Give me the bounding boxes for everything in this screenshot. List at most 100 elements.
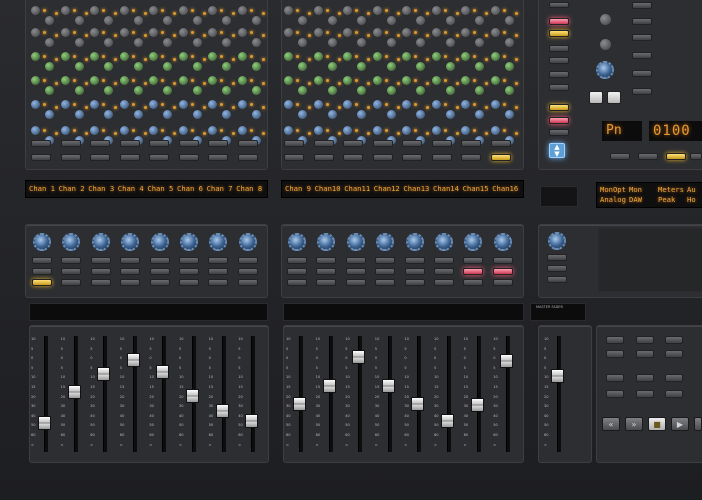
channel-button[interactable]: [343, 140, 363, 147]
eq-knob[interactable]: [284, 6, 293, 15]
channel-button[interactable]: [149, 140, 169, 147]
eq-knob[interactable]: [178, 6, 188, 15]
control-button-lit-yellow[interactable]: [666, 153, 686, 160]
eq-knob[interactable]: [60, 76, 70, 85]
eq-knob[interactable]: [251, 16, 261, 25]
eq-knob[interactable]: [313, 28, 323, 37]
channel-button[interactable]: [287, 268, 307, 275]
eq-knob[interactable]: [504, 86, 514, 95]
eq-knob[interactable]: [504, 16, 514, 25]
eq-knob[interactable]: [475, 86, 484, 95]
pan-knob[interactable]: [493, 233, 512, 251]
record-button[interactable]: [694, 417, 702, 431]
eq-knob[interactable]: [416, 86, 425, 95]
pan-knob[interactable]: [405, 233, 424, 251]
channel-button[interactable]: [237, 154, 258, 161]
control-button[interactable]: [547, 276, 567, 283]
eq-knob[interactable]: [45, 16, 54, 25]
eq-knob[interactable]: [237, 52, 247, 61]
channel-button[interactable]: [372, 140, 393, 147]
channel-button[interactable]: [490, 140, 511, 147]
eq-knob[interactable]: [475, 110, 484, 119]
eq-knob[interactable]: [119, 28, 129, 37]
eq-knob[interactable]: [461, 100, 470, 109]
channel-button[interactable]: [149, 257, 170, 264]
eq-knob[interactable]: [192, 62, 202, 71]
control-button[interactable]: [632, 70, 652, 77]
channel-fader[interactable]: [215, 404, 229, 419]
control-button[interactable]: [547, 254, 567, 261]
channel-button[interactable]: [60, 154, 81, 161]
eq-knob[interactable]: [445, 86, 455, 95]
eq-knob[interactable]: [90, 100, 99, 109]
control-knob[interactable]: [596, 61, 614, 79]
eq-knob[interactable]: [445, 110, 455, 119]
channel-fader[interactable]: [411, 397, 425, 412]
channel-fader[interactable]: [245, 413, 259, 428]
eq-knob[interactable]: [313, 126, 323, 135]
eq-knob[interactable]: [372, 126, 382, 135]
eq-knob[interactable]: [298, 62, 307, 71]
eq-knob[interactable]: [445, 62, 455, 71]
eq-knob[interactable]: [90, 76, 99, 85]
eq-knob[interactable]: [60, 28, 70, 37]
eq-knob[interactable]: [208, 100, 217, 109]
eq-knob[interactable]: [431, 100, 441, 109]
eq-knob[interactable]: [90, 6, 99, 15]
eq-knob[interactable]: [192, 16, 202, 25]
control-button-white[interactable]: [589, 91, 603, 104]
eq-knob[interactable]: [343, 100, 352, 109]
eq-knob[interactable]: [343, 52, 352, 61]
eq-knob[interactable]: [416, 38, 425, 47]
channel-button[interactable]: [492, 257, 513, 264]
channel-button-lit[interactable]: [490, 154, 511, 161]
eq-knob[interactable]: [357, 38, 366, 47]
eq-knob[interactable]: [431, 126, 441, 135]
eq-knob[interactable]: [222, 86, 231, 95]
channel-fader[interactable]: [67, 384, 81, 399]
eq-knob[interactable]: [178, 28, 188, 37]
eq-knob[interactable]: [504, 38, 514, 47]
channel-button[interactable]: [149, 268, 170, 275]
eq-knob[interactable]: [445, 16, 455, 25]
channel-button[interactable]: [287, 279, 307, 286]
eq-knob[interactable]: [149, 6, 158, 15]
channel-button[interactable]: [119, 154, 140, 161]
eq-knob[interactable]: [31, 52, 40, 61]
control-button[interactable]: [632, 18, 652, 25]
control-button[interactable]: [690, 153, 702, 160]
control-button[interactable]: [606, 390, 624, 398]
channel-button[interactable]: [149, 154, 169, 161]
channel-button[interactable]: [208, 154, 228, 161]
channel-button[interactable]: [178, 140, 199, 147]
channel-button[interactable]: [61, 279, 82, 286]
eq-knob[interactable]: [402, 6, 411, 15]
eq-knob[interactable]: [461, 6, 470, 15]
eq-knob[interactable]: [284, 52, 293, 61]
channel-button[interactable]: [434, 279, 454, 286]
channel-button[interactable]: [237, 268, 258, 275]
eq-knob[interactable]: [490, 6, 500, 15]
eq-knob[interactable]: [45, 86, 54, 95]
eq-knob[interactable]: [475, 62, 484, 71]
eq-knob[interactable]: [192, 38, 202, 47]
channel-button[interactable]: [287, 257, 307, 264]
eq-knob[interactable]: [60, 52, 70, 61]
channel-button[interactable]: [434, 257, 454, 264]
eq-knob[interactable]: [149, 126, 158, 135]
channel-button[interactable]: [284, 154, 304, 161]
eq-knob[interactable]: [504, 110, 514, 119]
eq-knob[interactable]: [237, 6, 247, 15]
eq-knob[interactable]: [74, 62, 84, 71]
eq-knob[interactable]: [208, 6, 217, 15]
channel-button[interactable]: [313, 140, 334, 147]
channel-button[interactable]: [313, 154, 334, 161]
channel-button-lit-pink[interactable]: [492, 268, 513, 275]
channel-button[interactable]: [119, 140, 140, 147]
eq-knob[interactable]: [90, 126, 99, 135]
eq-knob[interactable]: [386, 86, 396, 95]
channel-button[interactable]: [463, 257, 484, 264]
control-button[interactable]: [549, 129, 569, 136]
fast-forward-button[interactable]: »: [625, 417, 643, 431]
pan-knob[interactable]: [238, 233, 257, 251]
